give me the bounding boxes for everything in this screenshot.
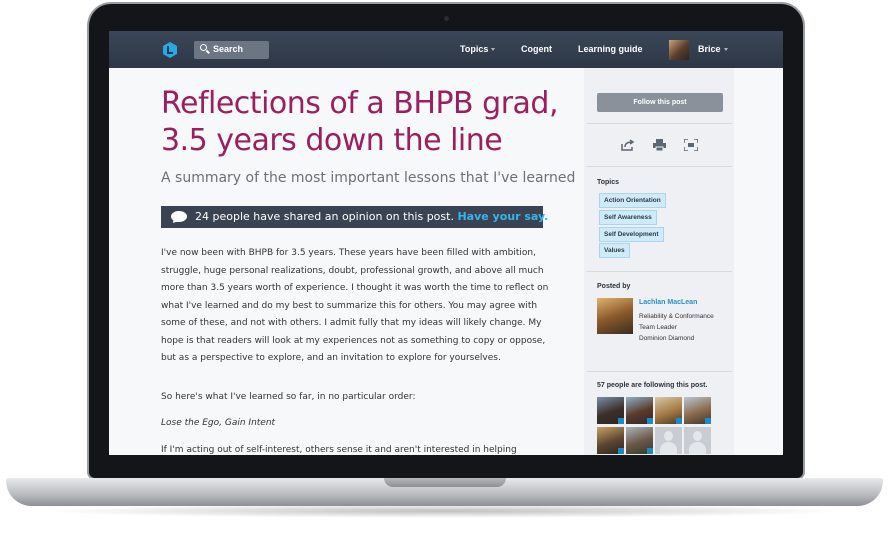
author-org: Dominion Diamond [639,335,695,342]
search-placeholder: Search [213,44,244,54]
topic-tag[interactable]: Self Awareness [599,210,657,225]
followers-heading: 57 people are following this post. [597,382,708,389]
sidebar-divider [586,123,732,124]
author-role: Reliability & Conformance Team Leader Dom… [639,311,729,344]
nav-learning-guide[interactable]: Learning guide [578,44,643,54]
screen: Search Topics Cogent Learning guide Bric… [109,31,783,455]
camera-icon [444,16,449,21]
person-icon-head [693,431,702,441]
follower-avatar[interactable] [655,397,682,424]
chevron-down-icon [724,48,728,51]
linkedin-icon [647,448,653,454]
article-paragraph: I've now been with BHPB for 3.5 years. T… [161,248,549,363]
nav-user-name[interactable]: Brice [698,44,721,54]
linkedin-icon [705,418,711,424]
follower-avatar[interactable] [626,397,653,424]
avatar[interactable] [669,40,689,60]
follower-avatar-placeholder[interactable] [655,427,682,454]
topic-tag[interactable]: Self Development [599,227,664,242]
have-your-say-link[interactable]: Have your say. [457,210,548,223]
person-icon-head [664,431,673,441]
nav-topics[interactable]: Topics [460,44,488,54]
follower-avatar[interactable] [626,427,653,454]
page-subtitle: A summary of the most important lessons … [161,170,576,186]
posted-by-heading: Posted by [597,283,631,290]
fullscreen-icon[interactable] [684,139,698,151]
topics-heading: Topics [597,179,620,186]
sidebar-divider [586,371,732,372]
author-title: Reliability & Conformance Team Leader [639,313,714,331]
linkedin-icon [618,448,624,454]
nav-cogent[interactable]: Cogent [521,44,552,54]
sidebar-divider [586,166,732,167]
linkedin-icon [676,418,682,424]
article-paragraph: So here's what I've learned so far, in n… [161,392,416,402]
author-avatar[interactable] [597,298,633,334]
author-name-link[interactable]: Lachlan MacLean [639,299,697,306]
linkedin-icon [647,418,653,424]
section-heading: Lose the Ego, Gain Intent [161,418,276,428]
share-icon[interactable] [621,139,635,151]
linkedin-icon [618,418,624,424]
person-icon-body [660,442,677,454]
follower-avatar[interactable] [597,397,624,424]
sidebar-divider [586,271,732,272]
follow-post-button[interactable]: Follow this post [597,93,723,112]
chevron-down-icon [491,48,495,51]
topic-tag[interactable]: Action Orientation [599,193,666,208]
laptop-notch [384,478,506,487]
page-title: Reflections of a BHPB grad, 3.5 years do… [161,86,559,158]
logo-mark [167,46,173,54]
follower-avatar[interactable] [684,397,711,424]
follower-avatar[interactable] [597,427,624,454]
share-opinion-text: 24 people have shared an opinion on this… [195,210,548,223]
laptop-shadow [40,504,849,518]
article-paragraph: If I'm acting out of self-interest, othe… [161,445,517,455]
follower-avatar-placeholder[interactable] [684,427,711,454]
person-icon-body [689,442,706,454]
topic-tag[interactable]: Values [599,243,630,258]
print-icon[interactable] [653,139,666,151]
share-count-text: 24 people have shared an opinion on this… [195,210,454,223]
